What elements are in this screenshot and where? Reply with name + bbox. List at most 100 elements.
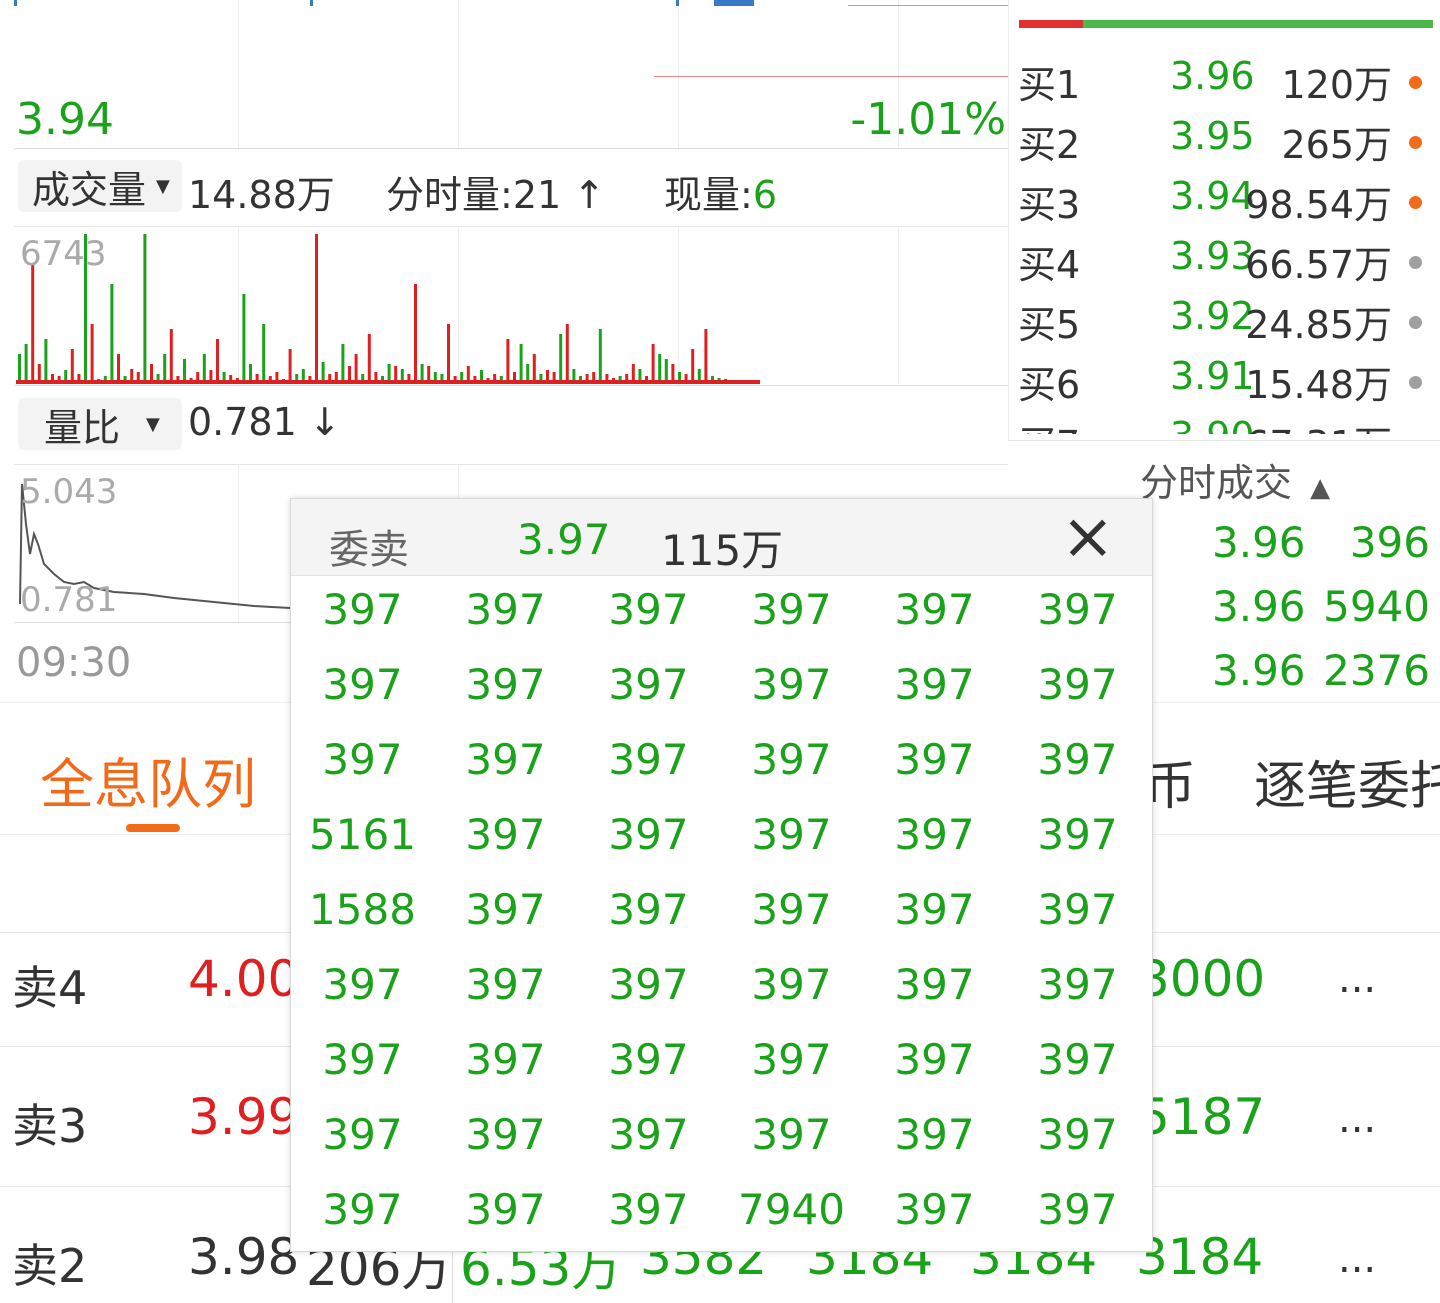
bid-row[interactable]: 买6 3.91 15.48万 xyxy=(1018,354,1440,414)
volume-bar xyxy=(354,354,358,384)
bid-row[interactable]: 买4 3.93 66.57万 xyxy=(1018,234,1440,294)
volume-bar xyxy=(163,354,167,384)
volume-bar xyxy=(44,339,48,384)
volume-bar xyxy=(532,354,536,384)
order-cell: 397 xyxy=(751,585,832,634)
bid-price: 3.92 xyxy=(1170,294,1255,338)
order-cell: 397 xyxy=(322,1185,403,1234)
order-cell: 397 xyxy=(1037,1035,1118,1084)
volume-bar xyxy=(288,349,292,384)
volume-bar xyxy=(110,284,114,384)
order-cell: 397 xyxy=(751,810,832,859)
volume-bar xyxy=(565,324,569,384)
order-cell: 397 xyxy=(608,1185,689,1234)
order-cell: 397 xyxy=(1037,960,1118,1009)
tick-row: 3.96 2376 xyxy=(1150,646,1440,710)
ticks-header[interactable]: 分时成交 ▲ xyxy=(1140,452,1330,507)
order-cell: 397 xyxy=(1037,810,1118,859)
volume-bar xyxy=(262,324,266,384)
volume-bar xyxy=(143,234,147,384)
bid-row[interactable]: 买2 3.95 265万 xyxy=(1018,114,1440,174)
order-cell: 7940 xyxy=(738,1185,845,1234)
bid-label: 买7 xyxy=(1018,414,1080,434)
order-cell: 397 xyxy=(608,810,689,859)
order-cell: 397 xyxy=(322,735,403,784)
order-cell: 397 xyxy=(751,1110,832,1159)
sell-row-price: 3.99 xyxy=(188,1088,300,1146)
order-cell: 397 xyxy=(894,885,975,934)
bid-row[interactable]: 买5 3.92 24.85万 xyxy=(1018,294,1440,354)
popup-header: 委卖 3.97 115万 × xyxy=(291,499,1152,576)
volume-bar xyxy=(506,339,510,384)
close-icon[interactable]: × xyxy=(1061,499,1115,575)
order-cell: 397 xyxy=(1037,885,1118,934)
order-cell: 397 xyxy=(751,735,832,784)
order-cell: 397 xyxy=(608,1110,689,1159)
volume-bar xyxy=(704,329,708,384)
volume-selector[interactable]: 成交量 ▼ xyxy=(18,160,182,212)
current-volume: 现量:6 xyxy=(664,164,777,219)
time-start-label: 09:30 xyxy=(16,640,132,686)
volume-bar xyxy=(691,349,695,384)
order-cell: 397 xyxy=(751,660,832,709)
tick-price: 3.96 xyxy=(1212,518,1306,567)
sell-row-order-value: 3000 xyxy=(1138,950,1266,1008)
bid-volume: 24.85万 xyxy=(1245,303,1392,347)
sell-row-label: 卖2 xyxy=(12,1239,88,1293)
bid-row[interactable]: 买3 3.94 98.54万 xyxy=(1018,174,1440,234)
tick-volume: 5940 xyxy=(1323,582,1430,631)
bid-price: 3.96 xyxy=(1170,54,1255,98)
volume-bar xyxy=(367,334,371,384)
status-dot-icon xyxy=(1409,376,1422,389)
volume-bar xyxy=(18,354,21,384)
order-cell: 397 xyxy=(465,585,546,634)
volume-bar-chart: 6743 xyxy=(14,226,1008,388)
order-cell: 397 xyxy=(894,1185,975,1234)
pct-change-label: -1.01% xyxy=(850,94,1006,145)
bid-row[interactable]: 买1 3.96 120万 xyxy=(1018,54,1440,114)
volume-bar xyxy=(70,349,74,384)
popup-price: 3.97 xyxy=(517,515,611,564)
sell-row-label: 卖3 xyxy=(12,1099,88,1153)
bid-price: 3.91 xyxy=(1170,354,1255,398)
order-cell: 397 xyxy=(322,1110,403,1159)
order-cell: 397 xyxy=(894,960,975,1009)
order-cell: 5161 xyxy=(309,810,416,859)
tick-volume: 2376 xyxy=(1323,646,1430,695)
volume-bar xyxy=(216,339,219,384)
more-icon[interactable]: ... xyxy=(1338,956,1376,1002)
bid-volume: 265万 xyxy=(1281,123,1392,167)
volume-bar xyxy=(242,294,246,384)
ratio-value: 0.781 ↓ xyxy=(188,400,341,444)
bid-volume: 98.54万 xyxy=(1245,183,1392,227)
tab-full-queue[interactable]: 全息队列 xyxy=(40,740,256,819)
ratio-number: 0.781 xyxy=(188,400,297,444)
volume-bar xyxy=(31,264,35,384)
tick-row: 3.96 396 xyxy=(1150,518,1440,582)
more-icon[interactable]: ... xyxy=(1338,1236,1376,1282)
order-cell: 397 xyxy=(322,1035,403,1084)
bid-label: 买2 xyxy=(1018,123,1081,167)
ratio-min-label: 0.781 xyxy=(20,580,118,620)
order-cell: 397 xyxy=(894,585,975,634)
status-dot-icon xyxy=(1409,256,1422,269)
bid-volume: 67.31万 xyxy=(1245,414,1392,434)
ratio-selector[interactable]: 量比 ▼ xyxy=(18,398,182,450)
more-icon[interactable]: ... xyxy=(1338,1096,1376,1142)
tab-order-by-order[interactable]: 逐笔委托 xyxy=(1254,744,1440,819)
bid-price: 3.94 xyxy=(1170,174,1255,218)
order-cell: 397 xyxy=(894,1110,975,1159)
order-cell: 397 xyxy=(608,885,689,934)
order-cell: 397 xyxy=(894,735,975,784)
tick-volume: 396 xyxy=(1349,518,1430,567)
order-cell: 397 xyxy=(608,960,689,1009)
order-cell: 397 xyxy=(1037,1185,1118,1234)
order-cell: 1588 xyxy=(309,885,416,934)
volume-max-label: 6743 xyxy=(20,234,107,274)
volume-bar xyxy=(598,329,602,384)
order-cell: 397 xyxy=(608,660,689,709)
bid-label: 买6 xyxy=(1018,363,1081,407)
caret-down-icon: ▼ xyxy=(146,413,160,435)
bid-row[interactable]: 买7 3.9067.31万 xyxy=(1018,414,1440,434)
order-cell: 397 xyxy=(608,1035,689,1084)
